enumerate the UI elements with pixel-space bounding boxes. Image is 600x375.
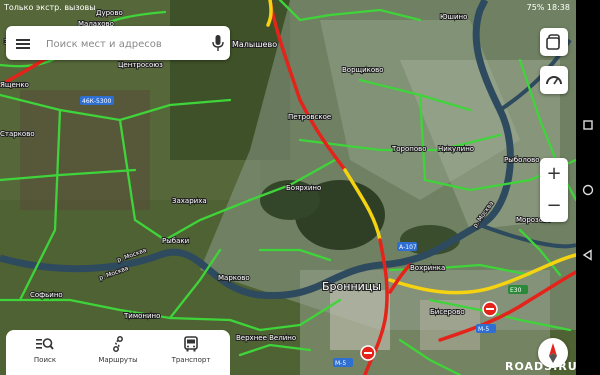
road-shield: Е30 — [508, 285, 528, 294]
place-label: Боярхино — [286, 184, 321, 192]
tab-transport-label: Транспорт — [171, 356, 211, 364]
place-label: Марково — [218, 274, 250, 282]
bus-icon — [184, 336, 198, 352]
road-shield: 46К-5300 — [80, 96, 114, 105]
menu-icon[interactable] — [16, 36, 30, 50]
place-label: Вохринка — [410, 264, 445, 272]
search-input[interactable] — [44, 33, 198, 55]
place-label: Бронницы — [322, 280, 381, 293]
microphone-icon[interactable] — [212, 35, 224, 51]
place-label: Захариха — [172, 197, 207, 205]
recents-square-icon[interactable] — [582, 116, 594, 130]
place-label: Малышево — [232, 40, 277, 49]
place-label: Никулино — [438, 145, 474, 153]
zoom-in-button[interactable]: + — [540, 158, 568, 190]
tab-routes-label: Маршруты — [98, 356, 138, 364]
road-shield: А-107 — [397, 242, 417, 251]
tab-search-label: Поиск — [33, 356, 57, 364]
android-nav-bar — [576, 0, 600, 375]
road-closure-icon[interactable] — [360, 345, 376, 361]
road-shield: М-5 — [476, 324, 496, 333]
place-label: Тимонино — [123, 312, 160, 320]
place-label: Верхнее Велино — [236, 334, 296, 342]
tab-transport[interactable]: Транспорт — [156, 336, 226, 374]
status-bar: Только экстр. вызовы 75% 18:38 — [0, 0, 576, 16]
traffic-speed-button[interactable] — [540, 66, 568, 94]
place-label: Центросоюз — [118, 61, 163, 69]
status-right: 75% 18:38 — [526, 3, 570, 12]
road-shield-label: А-107 — [399, 244, 417, 251]
bottom-tab-bar: Поиск Маршруты Транспорт — [6, 330, 230, 375]
road-shield-label: 46К-5300 — [82, 98, 112, 105]
layers-icon — [546, 34, 560, 50]
watermark: ROADS.RU — [505, 360, 578, 373]
back-triangle-icon[interactable] — [582, 246, 594, 261]
place-label: Софьино — [30, 291, 63, 299]
layers-button[interactable] — [540, 28, 568, 56]
tab-search[interactable]: Поиск — [10, 336, 80, 374]
search-bar[interactable] — [6, 26, 230, 60]
route-icon — [113, 336, 123, 352]
zoom-control: + − — [540, 158, 568, 222]
tab-routes[interactable]: Маршруты — [83, 336, 153, 374]
speedometer-icon — [546, 76, 562, 85]
place-label: Петровское — [288, 113, 331, 121]
place-label: Старково — [0, 130, 35, 138]
road-shield-label: М-5 — [335, 360, 346, 367]
place-label: Торопово — [391, 145, 427, 153]
home-circle-icon[interactable] — [582, 181, 594, 196]
place-label: Ященко — [0, 81, 29, 89]
road-shield: М-5 — [333, 358, 353, 367]
place-label: Бисерово — [430, 308, 465, 316]
zoom-out-button[interactable]: − — [540, 190, 568, 222]
search-list-icon — [36, 338, 54, 350]
place-label: Рыболово — [504, 156, 540, 164]
road-shield-label: М-5 — [478, 326, 489, 333]
road-closure-icon[interactable] — [482, 301, 498, 317]
place-label: Рыбаки — [162, 237, 189, 245]
status-left: Только экстр. вызовы — [4, 3, 96, 12]
place-label: Ворщиково — [342, 66, 384, 74]
road-shield-label: Е30 — [510, 287, 522, 294]
